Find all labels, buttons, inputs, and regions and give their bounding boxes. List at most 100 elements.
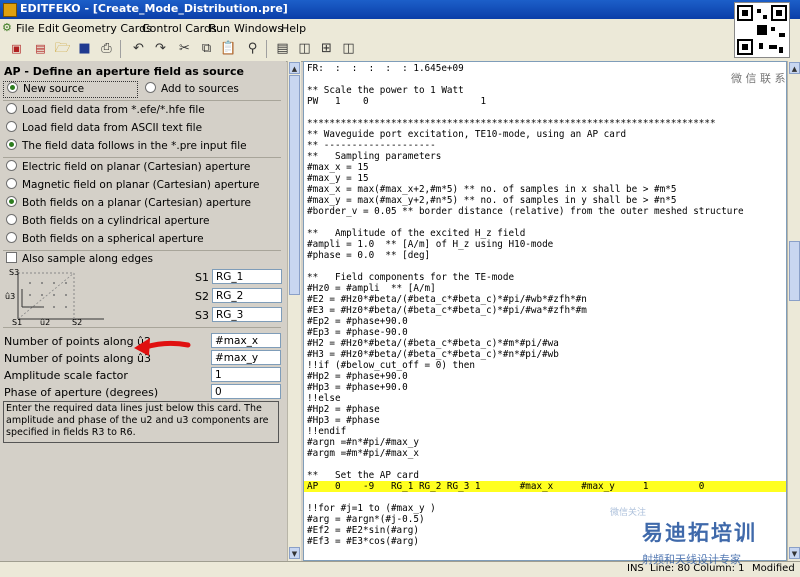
code-line[interactable]: !!if (#below_cut_off = 0) then xyxy=(307,360,475,371)
code-line[interactable]: #argm =#m*#pi/#max_x xyxy=(307,448,419,459)
code-line[interactable]: ****************************************… xyxy=(307,118,716,129)
print-icon[interactable]: ⎙ xyxy=(98,40,115,57)
menu-bar: ⚙ File Edit Geometry Cards Control Cards… xyxy=(0,19,800,38)
electric-field-planar-radio[interactable]: Electric field on planar (Cartesian) ape… xyxy=(3,160,281,175)
points-u3-field[interactable]: #max_y xyxy=(211,350,281,365)
code-line[interactable]: #H3 = #Hz0*#beta/(#beta_c*#beta_c)*#n*#p… xyxy=(307,349,559,360)
code-line[interactable]: ** Waveguide port excitation, TE10-mode,… xyxy=(307,129,626,140)
code-line[interactable]: #phase = 0.0 ** [deg] xyxy=(307,250,430,261)
code-line[interactable]: FR: : : : : : 1.645e+09 xyxy=(307,63,464,74)
new-source-radio[interactable]: New source xyxy=(3,81,138,98)
code-line[interactable]: !!endif xyxy=(307,426,346,437)
scroll-up-icon[interactable]: ▲ xyxy=(289,62,300,74)
code-line[interactable]: ** Field components for the TE-mode xyxy=(307,272,514,283)
code-line[interactable]: AP 0 -9 RG_1 RG_2 RG_3 1 #max_x #max_y 1… xyxy=(307,481,704,492)
load-ascii-radio[interactable]: Load field data from ASCII text file xyxy=(3,121,281,136)
toolbar-separator xyxy=(120,40,121,58)
status-state: Modified xyxy=(752,563,795,574)
code-line[interactable]: #ampli = 1.0 ** [A/m] of H_z using H10-m… xyxy=(307,239,553,250)
s2-field[interactable]: RG_2 xyxy=(212,288,282,303)
scroll-thumb[interactable] xyxy=(789,241,800,301)
menu-windows[interactable]: Windows xyxy=(234,22,283,35)
copy-icon[interactable]: ⧉ xyxy=(198,40,215,57)
code-line[interactable]: #Ef2 = #E2*sin(#arg) xyxy=(307,525,419,536)
watermark-brand: 易迪拓培训 xyxy=(642,521,757,545)
document-icon[interactable]: ⚙ xyxy=(2,21,13,34)
checkbox-unchecked-icon xyxy=(6,252,17,263)
s3-field[interactable]: RG_3 xyxy=(212,307,282,322)
code-editor[interactable]: FR: : : : : : 1.645e+09 ** Scale the powe… xyxy=(303,61,787,561)
code-line[interactable]: #max_y = max(#max_y+2,#n*5) ** no. of sa… xyxy=(307,195,676,206)
menu-file[interactable]: File xyxy=(16,22,34,35)
layout-grid-icon[interactable]: ⊞ xyxy=(318,40,335,57)
code-line[interactable]: #E2 = #Hz0*#beta/(#beta_c*#beta_c)*#pi/#… xyxy=(307,294,587,305)
new-pre-icon[interactable]: ▣ xyxy=(8,40,25,57)
undo-icon[interactable]: ↶ xyxy=(130,40,147,57)
add-to-sources-radio[interactable]: Add to sources xyxy=(142,82,282,97)
code-line[interactable]: #Hp2 = #phase+90.0 xyxy=(307,371,408,382)
layout-split-icon[interactable]: ◫ xyxy=(340,40,357,57)
paste-icon[interactable]: 📋 xyxy=(220,40,237,57)
code-line[interactable]: #border_v = 0.05 ** border distance (rel… xyxy=(307,206,744,217)
new-file-icon[interactable]: ▤ xyxy=(32,40,49,57)
menu-help[interactable]: Help xyxy=(281,22,306,35)
load-efe-radio[interactable]: Load field data from *.efe/*.hfe file xyxy=(3,103,281,118)
card-panel-scrollbar[interactable]: ▲ ▼ xyxy=(287,61,301,561)
code-line[interactable]: #max_x = 15 xyxy=(307,162,369,173)
code-line[interactable]: ** Sampling parameters xyxy=(307,151,441,162)
both-fields-cylindrical-radio[interactable]: Both fields on a cylindrical aperture xyxy=(3,214,281,229)
points-u2-field[interactable]: #max_x xyxy=(211,333,281,348)
code-line[interactable]: #Hp2 = #phase xyxy=(307,404,380,415)
toolbar-separator xyxy=(266,40,267,58)
code-line[interactable]: #Ef3 = #E3*cos(#arg) xyxy=(307,536,419,547)
code-line[interactable]: #argn =#n*#pi/#max_y xyxy=(307,437,419,448)
s1-label: S1 xyxy=(195,271,209,284)
redo-icon[interactable]: ↷ xyxy=(152,40,169,57)
card-panel: AP - Define an aperture field as source … xyxy=(0,61,286,561)
layout-horizontal-icon[interactable]: ▤ xyxy=(274,40,291,57)
code-line[interactable]: ** Set the AP card xyxy=(307,470,419,481)
code-line[interactable]: #Hp3 = #phase xyxy=(307,415,380,426)
title-bar: EDITFEKO - [Create_Mode_Distribution.pre… xyxy=(0,0,800,19)
code-line[interactable]: #Ep3 = #phase-90.0 xyxy=(307,327,408,338)
phase-field[interactable]: 0 xyxy=(211,384,281,399)
menu-edit[interactable]: Edit xyxy=(38,22,59,35)
amplitude-field[interactable]: 1 xyxy=(211,367,281,382)
open-icon[interactable]: 🗁 xyxy=(54,40,71,57)
code-line[interactable]: !!else xyxy=(307,393,341,404)
scroll-up-icon[interactable]: ▲ xyxy=(789,62,800,74)
radio-empty-icon xyxy=(6,232,17,243)
code-line[interactable]: #E3 = #Hz0*#beta/(#beta_c*#beta_c)*#pi/#… xyxy=(307,305,587,316)
save-icon[interactable]: ■ xyxy=(76,40,93,57)
sample-edges-checkbox[interactable]: Also sample along edges xyxy=(3,252,281,267)
code-line[interactable]: #Hz0 = #ampli ** [A/m] xyxy=(307,283,436,294)
both-fields-spherical-radio[interactable]: Both fields on a spherical aperture xyxy=(3,232,281,247)
code-line[interactable]: ** -------------------- xyxy=(307,140,436,151)
menu-geometry-cards[interactable]: Geometry Cards xyxy=(62,22,152,35)
points-u3-label: Number of points along û3 xyxy=(4,352,152,365)
code-line[interactable]: #H2 = #Hz0*#beta/(#beta_c*#beta_c)*#m*#p… xyxy=(307,338,559,349)
code-line[interactable]: #max_x = max(#max_x+2,#m*5) ** no. of sa… xyxy=(307,184,676,195)
radio-empty-icon xyxy=(145,82,156,93)
layout-vertical-icon[interactable]: ◫ xyxy=(296,40,313,57)
menu-run[interactable]: Run xyxy=(209,22,230,35)
code-line[interactable]: #max_y = 15 xyxy=(307,173,369,184)
code-line[interactable]: ** Amplitude of the excited H_z field xyxy=(307,228,525,239)
code-line[interactable]: #Ep2 = #phase+90.0 xyxy=(307,316,408,327)
s1-field[interactable]: RG_1 xyxy=(212,269,282,284)
scroll-thumb[interactable] xyxy=(289,75,300,295)
scroll-down-icon[interactable]: ▼ xyxy=(289,547,300,559)
both-fields-planar-radio[interactable]: Both fields on a planar (Cartesian) aper… xyxy=(3,196,281,211)
find-icon[interactable]: ⚲ xyxy=(244,40,261,57)
editor-scrollbar[interactable]: ▲ ▼ xyxy=(787,61,800,561)
field-data-follows-radio[interactable]: The field data follows in the *.pre inpu… xyxy=(3,139,281,154)
cut-icon[interactable]: ✂ xyxy=(176,40,193,57)
scroll-down-icon[interactable]: ▼ xyxy=(789,547,800,559)
code-line[interactable]: #arg = #argn*(#j-0.5) xyxy=(307,514,425,525)
code-line[interactable]: ** Scale the power to 1 Watt xyxy=(307,85,464,96)
menu-control-cards[interactable]: Control Cards xyxy=(142,22,217,35)
code-line[interactable]: PW 1 0 1 xyxy=(307,96,486,107)
code-line[interactable]: #Hp3 = #phase+90.0 xyxy=(307,382,408,393)
magnetic-field-planar-radio[interactable]: Magnetic field on planar (Cartesian) ape… xyxy=(3,178,281,193)
code-line[interactable]: !!for #j=1 to (#max_y ) xyxy=(307,503,436,514)
